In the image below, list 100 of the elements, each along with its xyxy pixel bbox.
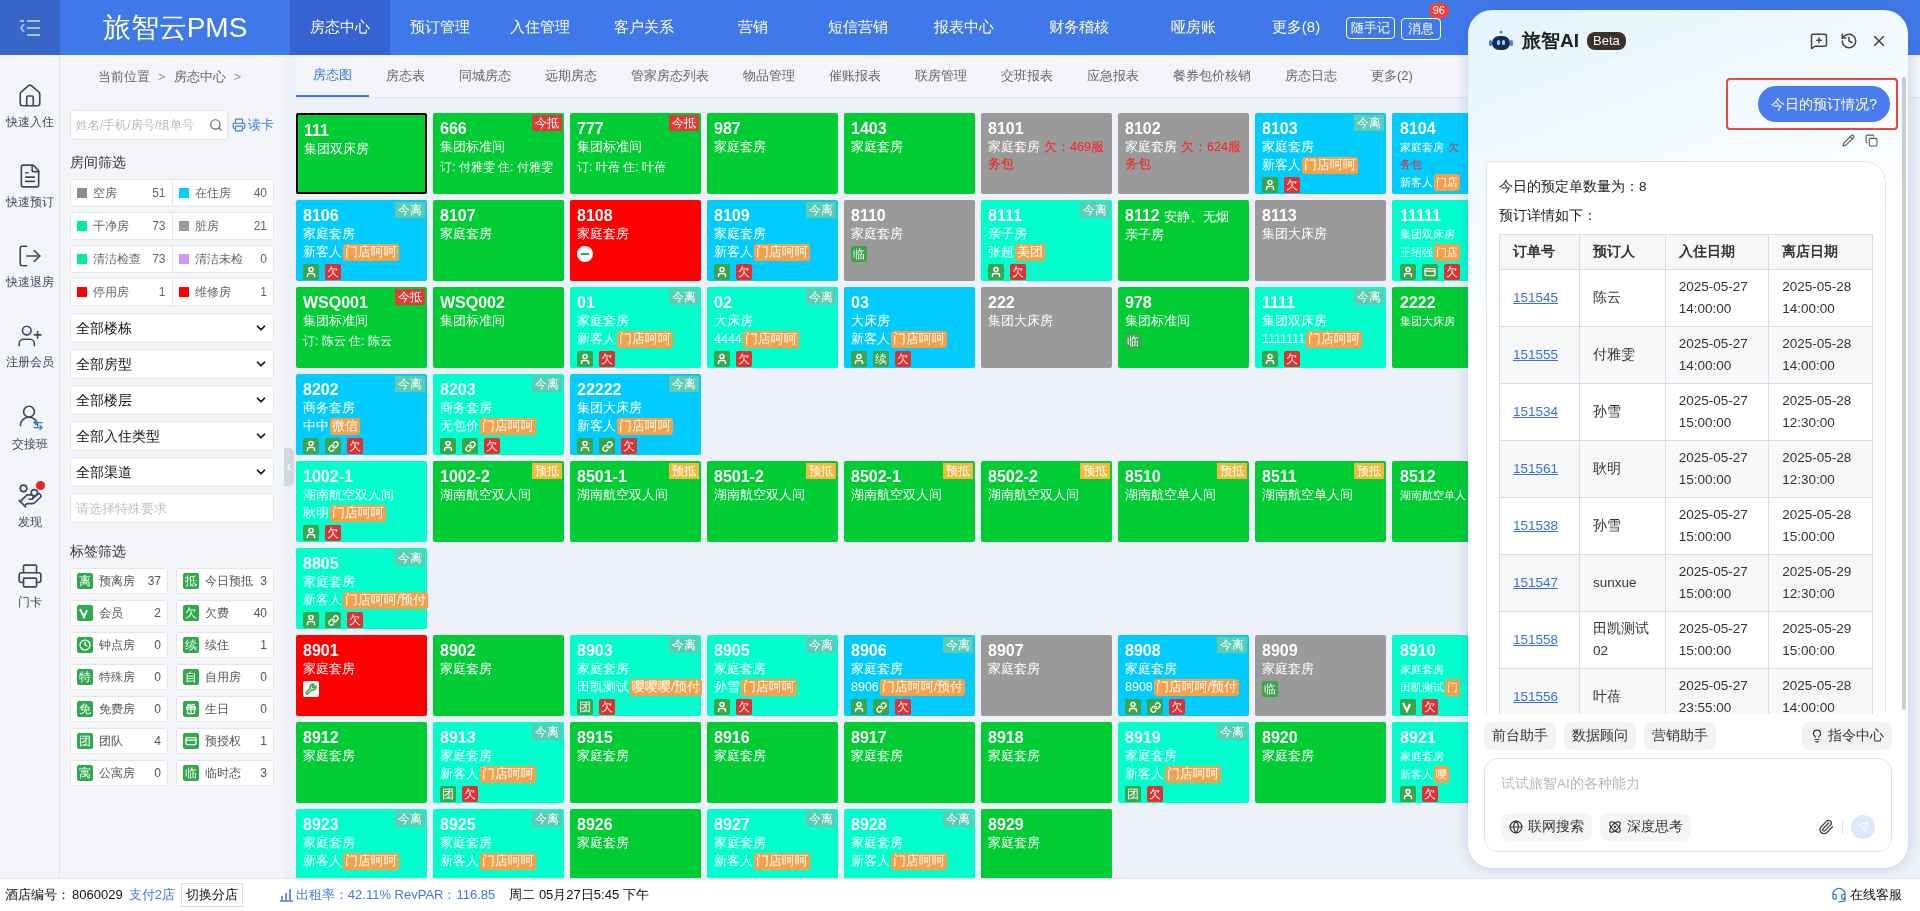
tag-filter[interactable]: 欠 欠费 40 <box>176 600 274 626</box>
room-card[interactable]: 8906 今离 家庭套房 8906 门店呵呵/预付 欠 <box>844 635 975 716</box>
notes-button[interactable]: 随手记 <box>1346 16 1395 39</box>
assistant-chip[interactable]: 前台助手 <box>1484 722 1556 750</box>
tag-filter[interactable]: 会员 2 <box>70 600 168 626</box>
room-card[interactable]: 1111 今离 集团双床房 1111111 门店呵呵 欠 <box>1255 287 1386 368</box>
room-filter[interactable]: 维修房 1 <box>172 279 273 305</box>
view-tab[interactable]: 催账报表 <box>812 55 898 97</box>
nav-tab[interactable]: 哑房账 <box>1137 0 1250 55</box>
room-card[interactable]: 8202 今离 商务套房 中中 微信 欠 <box>296 374 427 455</box>
room-card[interactable]: 8111 今离 亲子房 张超 美团 欠 <box>981 200 1112 281</box>
room-card[interactable]: 8110 家庭套房 临 <box>844 200 975 281</box>
view-tab[interactable]: 联房管理 <box>898 55 984 97</box>
tag-filter[interactable]: 生日 0 <box>176 696 274 722</box>
view-tab[interactable]: 管家房态列表 <box>614 55 726 97</box>
tag-filter[interactable]: 续 续住 1 <box>176 632 274 658</box>
view-tab[interactable]: 远期房态 <box>528 55 614 97</box>
order-link[interactable]: 151538 <box>1513 517 1559 533</box>
view-tab[interactable]: 同城房态 <box>442 55 528 97</box>
room-card[interactable]: 22222 今离 集团大床房 新客人 门店呵呵 欠 <box>570 374 701 455</box>
copy-icon[interactable] <box>1865 134 1878 147</box>
view-tab[interactable]: 房态表 <box>369 55 442 97</box>
edit-icon[interactable] <box>1842 134 1855 147</box>
room-card[interactable]: 8908 今离 家庭套房 8908 门店呵呵/预付 欠 <box>1118 635 1249 716</box>
tag-filter[interactable]: 临 临时态 3 <box>176 760 274 786</box>
room-card[interactable]: 222 集团大床房 <box>981 287 1112 368</box>
room-filter[interactable]: 清洁未检 0 <box>172 246 273 272</box>
card-reader-link[interactable]: 读卡 <box>232 115 274 135</box>
order-link[interactable]: 151561 <box>1513 460 1559 476</box>
room-card[interactable]: 02 今离 大床房 4444 门店呵呵 欠 <box>707 287 838 368</box>
room-card[interactable]: 8106 今离 家庭套房 新客人 门店呵呵 欠 <box>296 200 427 281</box>
sidebar-item[interactable]: 注册会员 <box>0 315 59 395</box>
sidebar-item[interactable]: 快速入住 <box>0 75 59 155</box>
filter-dropdown[interactable]: 全部渠道 <box>70 457 274 487</box>
order-link[interactable]: 151558 <box>1513 631 1559 647</box>
view-tab[interactable]: 交班报表 <box>984 55 1070 97</box>
room-card[interactable]: 777 今抵 集团标准间 订: 叶蓓 住: 叶蓓 <box>570 113 701 194</box>
room-card[interactable]: 8903 今离 家庭套房 田凯测试 嘤嘤嘤/预付 团 欠 <box>570 635 701 716</box>
filter-dropdown[interactable]: 全部入住类型 <box>70 421 274 451</box>
room-card[interactable]: 978 集团标准间 临 <box>1118 287 1249 368</box>
tool-button[interactable]: 深度思考 <box>1600 813 1691 841</box>
order-link[interactable]: 151534 <box>1513 403 1559 419</box>
nav-tab[interactable]: 预订管理 <box>390 0 490 55</box>
room-card[interactable]: 8919 今离 家庭套房 新客人 门店呵呵 团 欠 <box>1118 722 1249 803</box>
room-card[interactable]: 8101 家庭套房 欠：469服务包 <box>981 113 1112 194</box>
sidebar-item[interactable]: 发现 <box>0 475 59 555</box>
tag-filter[interactable]: 钟点房 0 <box>70 632 168 658</box>
order-link[interactable]: 151555 <box>1513 346 1559 362</box>
room-filter[interactable]: 清洁检查 73 <box>71 246 173 272</box>
room-card[interactable]: 11111 集团双床房 王绍强 门店 欠 <box>1392 200 1468 281</box>
view-tab[interactable]: 更多(2) <box>1354 55 1430 97</box>
tag-filter[interactable]: 离 预离房 37 <box>70 568 168 594</box>
command-center-button[interactable]: 指令中心 <box>1802 722 1892 750</box>
room-card[interactable]: 8905 今离 家庭套房 孙雪 门店呵呵 欠 <box>707 635 838 716</box>
tag-filter[interactable]: 预授权 1 <box>176 728 274 754</box>
room-card[interactable]: 8909 家庭套房 临 <box>1255 635 1386 716</box>
breadcrumb-item[interactable]: 当前位置 <box>98 66 150 87</box>
room-card[interactable]: 01 今离 家庭套房 新客人 门店呵呵 欠 <box>570 287 701 368</box>
room-filter[interactable]: 脏房 21 <box>172 213 273 239</box>
chat-input[interactable]: 试试旅智AI的各种能力 <box>1501 771 1875 795</box>
view-tab[interactable]: 房态日志 <box>1268 55 1354 97</box>
tag-filter[interactable]: 寓 公寓房 0 <box>70 760 168 786</box>
room-filter[interactable]: 停用房 1 <box>71 279 173 305</box>
room-filter[interactable]: 空房 51 <box>71 180 173 206</box>
view-tab[interactable]: 物品管理 <box>726 55 812 97</box>
room-card[interactable]: 8921 家庭套房 新客人 嘤 欠 <box>1392 722 1468 803</box>
room-card[interactable]: 8907 家庭套房 <box>981 635 1112 716</box>
nav-tab[interactable]: 短信营销 <box>808 0 908 55</box>
room-card[interactable]: 1002-1 湖南航空双人间 耿明 门店呵呵 欠 <box>296 461 427 542</box>
room-card[interactable]: 8103 今离 家庭套房 新客人 门店呵呵 欠 <box>1255 113 1386 194</box>
room-card[interactable]: 8913 今离 家庭套房 新客人 门店呵呵 团 欠 <box>433 722 564 803</box>
room-card[interactable]: 8102 家庭套房 欠：624服务包 <box>1118 113 1249 194</box>
room-filter[interactable]: 在住房 40 <box>172 180 273 206</box>
filter-dropdown[interactable]: 全部房型 <box>70 349 274 379</box>
tag-filter[interactable]: 团 团队 4 <box>70 728 168 754</box>
room-card[interactable]: 8910 家庭套房 田凯测试 门 欠 <box>1392 635 1468 716</box>
room-card[interactable]: 8805 今离 家庭套房 新客人 门店呵呵/预付 欠 <box>296 548 427 629</box>
filter-dropdown[interactable]: 全部楼层 <box>70 385 274 415</box>
room-card[interactable]: 8901 家庭套房 <box>296 635 427 716</box>
chat-scrollbar[interactable] <box>1902 77 1906 710</box>
breadcrumb-item[interactable]: 房态中心 <box>173 66 226 87</box>
tag-filter[interactable]: 特 特殊房 0 <box>70 664 168 690</box>
tag-filter[interactable]: 免 免费房 0 <box>70 696 168 722</box>
room-card[interactable]: 03 大床房 新客人 门店呵呵 续 欠 <box>844 287 975 368</box>
nav-tab[interactable]: 入住管理 <box>490 0 589 55</box>
nav-tab[interactable]: 房态中心 <box>290 0 390 55</box>
pay-link[interactable]: 支付2店 <box>128 885 175 905</box>
nav-tab[interactable]: 营销 <box>698 0 808 55</box>
filter-dropdown[interactable]: 全部楼栋 <box>70 313 274 343</box>
room-filter[interactable]: 干净房 73 <box>71 213 173 239</box>
menu-button[interactable] <box>0 0 60 55</box>
view-tab[interactable]: 房态图 <box>296 55 369 97</box>
tool-button[interactable]: 联网搜索 <box>1501 813 1592 841</box>
new-chat-icon[interactable] <box>1810 32 1828 50</box>
sidebar-item[interactable]: 快速预订 <box>0 155 59 235</box>
collapse-handle[interactable] <box>284 447 294 486</box>
nav-tab[interactable]: 报表中心 <box>908 0 1020 55</box>
sidebar-item[interactable]: 快速退房 <box>0 235 59 315</box>
room-card[interactable]: 8108 家庭套房 <box>570 200 701 281</box>
order-link[interactable]: 151545 <box>1513 289 1559 305</box>
